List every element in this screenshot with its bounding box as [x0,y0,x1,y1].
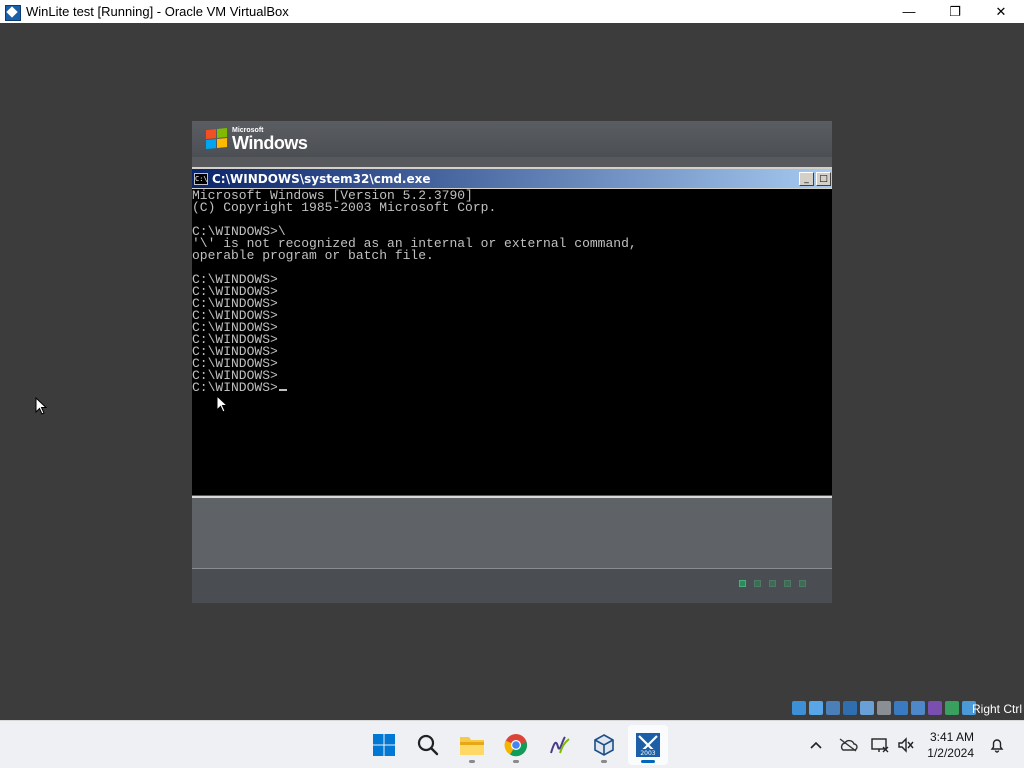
file-explorer-icon [460,737,484,755]
text-cursor [278,389,287,391]
hard-disk-icon[interactable] [792,701,806,715]
console-line: C:\WINDOWS> [192,381,832,394]
maximize-icon: □ [819,174,828,184]
notepad-plus-icon [550,736,570,754]
taskbar-apps: 2003 [364,725,668,765]
status-indicators [792,701,976,715]
cmd-title: C:\WINDOWS\system32\cmd.exe [212,171,431,186]
cpu-icon[interactable] [928,701,942,715]
search-button[interactable] [408,725,448,765]
windows-logo-text: Microsoft Windows [232,127,308,153]
start-button[interactable] [364,725,404,765]
minimize-button[interactable]: — [886,0,932,23]
taskbar: 2003 3:41 AM 1/2/2024 [0,720,1024,768]
progress-dot [739,580,746,587]
guest-mouse-pointer-icon [216,395,228,413]
close-icon: ✕ [995,3,1007,19]
window-controls: — ❐ ✕ [886,0,1024,23]
running-indicator [513,760,519,763]
console-line: C:\WINDOWS> [192,332,278,347]
display-icon[interactable] [894,701,908,715]
setup-bottom-panel [192,496,832,603]
setup-footer [192,569,832,603]
cmd-minimize-button[interactable]: _ [799,172,814,186]
running-indicator [469,760,475,763]
progress-dot [769,580,776,587]
cmd-app-icon: C:\ [194,172,208,185]
console-line: C:\WINDOWS> [192,320,278,335]
console-line: C:\WINDOWS> [192,344,278,359]
virtualbox-icon [594,734,614,756]
notepad-plus-button[interactable] [540,725,580,765]
windows-logo: Microsoft Windows [206,125,308,153]
console-line: C:\WINDOWS> [192,272,278,287]
network-icon [871,738,889,753]
console-line: C:\WINDOWS> [192,356,278,371]
vm-icon-label: 2003 [640,750,655,757]
console-line: operable program or batch file. [192,248,434,263]
vbox-status-bar: Right Ctrl [0,698,1024,720]
bell-icon [990,739,1004,753]
onedrive-button[interactable] [835,732,861,758]
active-indicator [641,760,655,763]
network-icon[interactable] [843,701,857,715]
setup-header: Microsoft Windows [192,121,832,157]
windows-flag-icon [206,127,228,150]
search-icon [417,734,439,756]
network-button[interactable] [867,732,893,758]
minimize-icon: _ [804,174,809,184]
minimize-icon: — [902,4,916,19]
tray-overflow-button[interactable] [803,732,829,758]
cmd-maximize-button[interactable]: □ [816,172,831,186]
clock-button[interactable]: 3:41 AM 1/2/2024 [927,729,974,761]
cmd-title-bar[interactable]: C:\ C:\WINDOWS\system32\cmd.exe _ □ [192,169,832,189]
host-key-label: Right Ctrl [971,702,1022,716]
console-line: C:\WINDOWS> [192,308,278,323]
window-title: WinLite test [Running] - Oracle VM Virtu… [26,4,289,19]
vm-display[interactable]: Microsoft Windows C:\ C:\WINDOWS\system3… [0,23,1024,698]
chevron-up-icon [810,741,822,749]
volume-button[interactable] [893,732,919,758]
progress-dot [784,580,791,587]
running-indicator [601,760,607,763]
shared-folders-icon[interactable] [877,701,891,715]
start-icon [373,734,395,756]
maximize-icon: ❐ [949,3,961,19]
logo-windows-text: Windows [232,132,308,153]
cmd-console-output[interactable]: Microsoft Windows [Version 5.2.3790] (C) … [192,189,832,495]
guest-additions-icon[interactable] [945,701,959,715]
notifications-button[interactable] [984,732,1010,758]
virtualbox-button[interactable] [584,725,624,765]
close-button[interactable]: ✕ [978,0,1024,23]
clock-time: 3:41 AM [929,730,974,744]
console-line: (C) Copyright 1985-2003 Microsoft Corp. [192,200,497,215]
console-line: C:\WINDOWS> [192,296,278,311]
cmd-window-controls: _ □ [799,172,831,186]
chrome-button[interactable] [496,725,536,765]
volume-muted-icon [898,737,914,753]
maximize-button[interactable]: ❐ [932,0,978,23]
clock-date: 1/2/2024 [927,746,974,760]
onedrive-offline-icon [839,738,858,752]
cmd-window[interactable]: C:\ C:\WINDOWS\system32\cmd.exe _ □ Micr… [192,167,832,495]
system-tray: 3:41 AM 1/2/2024 [803,721,1024,768]
chrome-icon [504,734,528,757]
optical-drive-icon[interactable] [809,701,823,715]
host-title-bar[interactable]: WinLite test [Running] - Oracle VM Virtu… [0,0,1024,23]
audio-icon[interactable] [826,701,840,715]
winlite-vm-button[interactable]: 2003 [628,725,668,765]
console-line: C:\WINDOWS> [192,368,278,383]
winlite-vm-icon: 2003 [636,733,660,757]
console-line: C:\WINDOWS> [192,284,278,299]
progress-dot [799,580,806,587]
file-explorer-button[interactable] [452,725,492,765]
video-capture-icon[interactable] [911,701,925,715]
progress-dots [739,580,806,587]
virtualbox-app-icon [4,4,20,20]
mouse-pointer-icon [35,397,47,415]
usb-icon[interactable] [860,701,874,715]
progress-dot [754,580,761,587]
